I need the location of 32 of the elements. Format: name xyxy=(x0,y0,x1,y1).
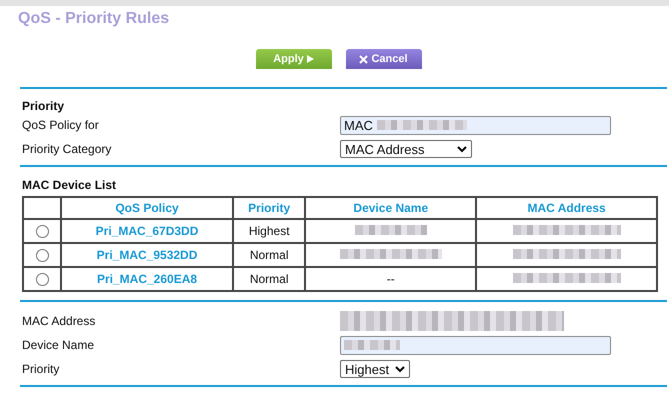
column-header: MAC Address xyxy=(476,197,657,219)
field-label: Priority xyxy=(22,362,60,376)
text-field[interactable] xyxy=(340,336,611,354)
field-label: Priority Category xyxy=(22,142,112,156)
page-title: QoS - Priority Rules xyxy=(18,10,170,28)
column-header: Priority xyxy=(233,197,306,219)
text-field[interactable]: MAC xyxy=(340,116,611,134)
chevron-icon xyxy=(457,146,467,152)
chevron-icon xyxy=(395,366,406,372)
column-header: Device Name xyxy=(305,197,476,219)
dropdown[interactable]: Highest xyxy=(340,360,410,378)
cancel-button[interactable]: Cancel xyxy=(346,49,422,69)
table-cell: Pri_MAC_9532DD xyxy=(61,243,234,267)
table-cell: Pri_MAC_260EA8 xyxy=(61,267,234,291)
table-cell: Normal xyxy=(233,267,306,291)
dropdown[interactable]: MAC Address xyxy=(340,140,472,158)
close-icon xyxy=(359,54,368,64)
play-icon xyxy=(306,55,314,63)
radio-button[interactable] xyxy=(36,273,48,286)
table-cell: Pri_MAC_67D3DD xyxy=(61,219,234,243)
column-header: QoS Policy xyxy=(61,197,234,219)
table-cell: Highest xyxy=(233,219,306,243)
field-label: Device Name xyxy=(22,338,96,352)
radio-button[interactable] xyxy=(36,225,48,238)
table-cell: Normal xyxy=(233,243,306,267)
radio-button[interactable] xyxy=(36,249,48,262)
table-cell: -- xyxy=(305,267,476,291)
section-heading: Priority xyxy=(22,99,64,113)
blurred-text xyxy=(344,340,400,350)
field-label: QoS Policy for xyxy=(22,118,100,132)
section-heading: MAC Device List xyxy=(22,178,116,192)
field-label: MAC Address xyxy=(22,314,96,328)
